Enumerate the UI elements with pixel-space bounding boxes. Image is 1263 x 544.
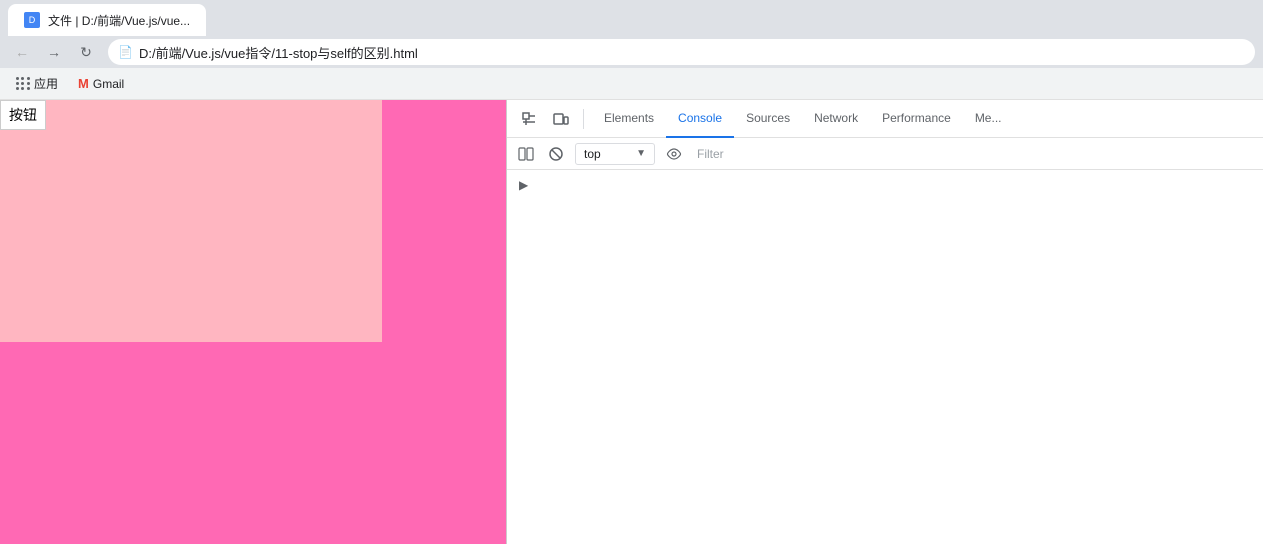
forward-button[interactable]: → (40, 38, 68, 66)
tab-title: 文件 | D:/前端/Vue.js/vue... (48, 12, 190, 29)
tab-network[interactable]: Network (802, 100, 870, 138)
tab-favicon: D (24, 12, 40, 28)
device-toolbar-button[interactable] (547, 105, 575, 133)
toolbar-separator (583, 109, 584, 129)
tab-more[interactable]: Me... (963, 100, 1014, 138)
inspect-icon (521, 111, 537, 127)
address-bar[interactable]: 📄 D:/前端/Vue.js/vue指令/11-stop与self的区别.htm… (108, 39, 1255, 65)
inspect-element-button[interactable] (515, 105, 543, 133)
devtools-toolbar: Elements Console Sources Network Perform… (507, 100, 1263, 138)
console-expand-arrow[interactable]: ▶ (515, 174, 1255, 196)
nav-buttons: ← → ↻ (8, 38, 100, 66)
console-sidebar-button[interactable] (515, 143, 537, 165)
console-bar: top ▼ (507, 138, 1263, 170)
tab-elements[interactable]: Elements (592, 100, 666, 138)
bookmark-apps[interactable]: 应用 (8, 72, 66, 96)
tab-sources[interactable]: Sources (734, 100, 802, 138)
devtools-panel: Elements Console Sources Network Perform… (506, 100, 1263, 544)
apps-icon (16, 77, 30, 91)
reload-button[interactable]: ↻ (72, 38, 100, 66)
tab-bar: D 文件 | D:/前端/Vue.js/vue... (0, 0, 1263, 36)
tab-performance[interactable]: Performance (870, 100, 963, 138)
tab-console[interactable]: Console (666, 100, 734, 138)
webpage-content: 按钮 (0, 100, 506, 544)
address-bar-row: ← → ↻ 📄 D:/前端/Vue.js/vue指令/11-stop与self的… (0, 36, 1263, 68)
browser-chrome: D 文件 | D:/前端/Vue.js/vue... ← → ↻ 📄 D:/前端… (0, 0, 1263, 100)
bookmarks-bar: 应用 M Gmail (0, 68, 1263, 100)
back-button[interactable]: ← (8, 38, 36, 66)
address-text: D:/前端/Vue.js/vue指令/11-stop与self的区别.html (139, 43, 418, 62)
address-lock-icon: 📄 (118, 45, 133, 59)
active-tab[interactable]: D 文件 | D:/前端/Vue.js/vue... (8, 4, 206, 36)
custom-formatters-button[interactable] (663, 143, 685, 165)
inner-light-pink-box[interactable] (0, 100, 382, 342)
gmail-icon: M (78, 76, 89, 91)
main-area: 按钮 (0, 100, 1263, 544)
context-dropdown[interactable]: top ▼ (575, 143, 655, 165)
bookmark-gmail[interactable]: M Gmail (70, 72, 132, 96)
webpage-button[interactable]: 按钮 (0, 100, 46, 130)
gmail-label: Gmail (93, 77, 124, 91)
device-icon (553, 111, 569, 127)
apps-label: 应用 (34, 75, 58, 92)
console-content: ▶ (507, 170, 1263, 544)
devtools-tabs: Elements Console Sources Network Perform… (592, 100, 1255, 138)
clear-icon (548, 146, 564, 162)
context-dropdown-value: top (584, 147, 601, 161)
eye-icon (666, 148, 682, 160)
filter-input[interactable] (693, 147, 1255, 161)
arrow-icon: ▶ (519, 178, 528, 192)
dropdown-arrow-icon: ▼ (636, 148, 646, 159)
clear-console-button[interactable] (545, 143, 567, 165)
console-sidebar-icon (518, 146, 534, 162)
